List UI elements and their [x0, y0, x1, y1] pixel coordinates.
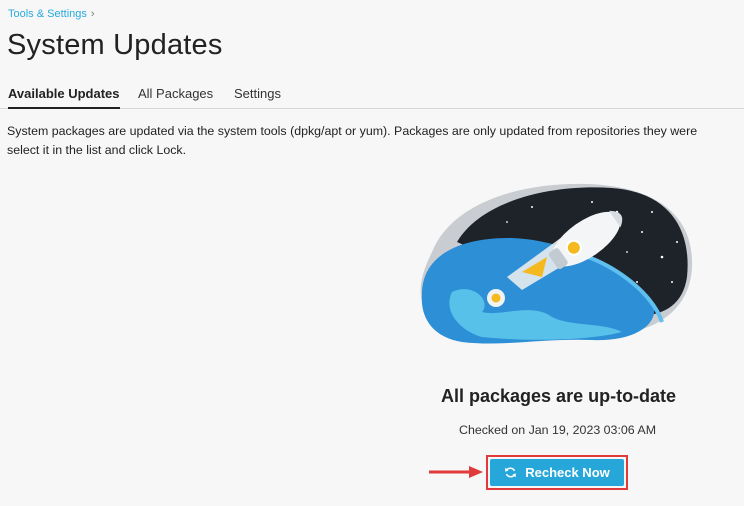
last-checked-text: Checked on Jan 19, 2023 03:06 AM	[459, 423, 657, 437]
tab-available-updates[interactable]: Available Updates	[8, 86, 120, 109]
tab-settings[interactable]: Settings	[234, 86, 281, 107]
description-line-1: System packages are updated via the syst…	[7, 124, 698, 138]
rocket-illustration	[420, 183, 693, 344]
refresh-icon	[505, 467, 516, 478]
status-title: All packages are up-to-date	[441, 386, 677, 406]
breadcrumb: Tools & Settings ›	[8, 8, 95, 20]
red-arrow-annotation	[429, 466, 483, 478]
recheck-now-label: Recheck Now	[525, 465, 610, 480]
breadcrumb-link[interactable]: Tools & Settings	[8, 8, 87, 20]
description: System packages are updated via the syst…	[7, 122, 744, 160]
chevron-right-icon: ›	[90, 8, 95, 20]
page-title: System Updates	[7, 29, 223, 61]
description-line-2: select it in the list and click Lock.	[7, 143, 187, 157]
tab-all-packages[interactable]: All Packages	[138, 86, 213, 107]
recheck-now-button[interactable]: Recheck Now	[490, 459, 624, 486]
tabs-bar: Available Updates All Packages Settings	[0, 80, 744, 109]
